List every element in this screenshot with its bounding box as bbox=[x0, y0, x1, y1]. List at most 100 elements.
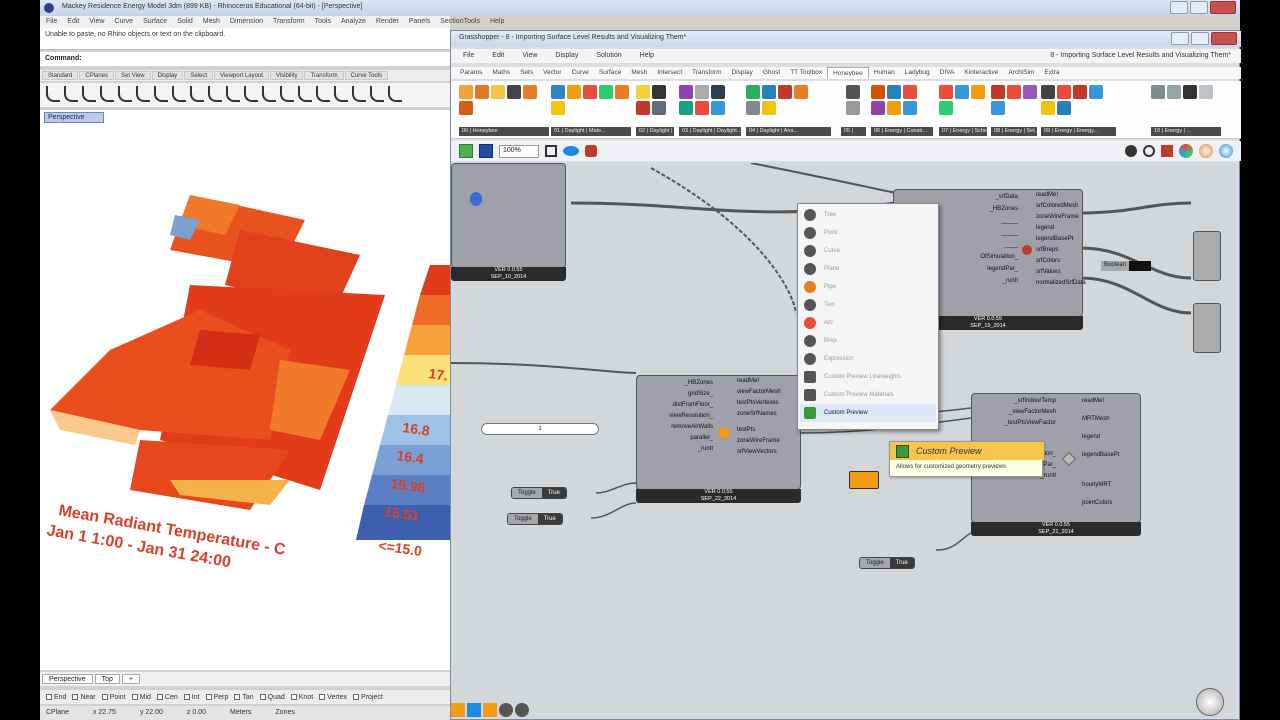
output-param[interactable]: readMe! bbox=[737, 378, 781, 384]
component-icon[interactable] bbox=[903, 85, 917, 99]
component-icon[interactable] bbox=[1057, 85, 1071, 99]
input-param[interactable]: removeAirWalls bbox=[643, 424, 713, 430]
widget-icon[interactable] bbox=[499, 703, 513, 717]
tab-perspective[interactable]: Perspective bbox=[42, 674, 93, 684]
gh-tab-honeybee[interactable]: Honeybee bbox=[827, 67, 869, 79]
menu-render[interactable]: Render bbox=[376, 18, 399, 26]
preview-off-icon[interactable] bbox=[1161, 145, 1173, 157]
curve-tool-icon[interactable] bbox=[82, 86, 96, 102]
output-param[interactable]: zoneSrfNames bbox=[737, 411, 781, 417]
gh-tab-tt-toolbox[interactable]: TT Toolbox bbox=[785, 67, 827, 79]
menu-surface[interactable]: Surface bbox=[143, 18, 167, 26]
component-icon[interactable] bbox=[679, 101, 693, 115]
gh-tab-diva[interactable]: DIVA bbox=[935, 67, 960, 79]
component-c1[interactable]: VER 0.0.55 SEP_10_2014 bbox=[451, 163, 566, 281]
component-icon[interactable] bbox=[695, 101, 709, 115]
component-icon[interactable] bbox=[1151, 85, 1165, 99]
component-icon[interactable] bbox=[887, 101, 901, 115]
tab-set-view[interactable]: Set View bbox=[115, 71, 151, 80]
menu-item-brep[interactable]: Brep bbox=[800, 332, 936, 350]
gh-tab-curve[interactable]: Curve bbox=[567, 67, 594, 79]
component-icon[interactable] bbox=[939, 101, 953, 115]
zoom-extents-icon[interactable] bbox=[545, 145, 557, 157]
tab-cplanes[interactable]: CPlanes bbox=[79, 71, 115, 80]
toggle-value[interactable]: True bbox=[541, 488, 566, 498]
curve-tool-icon[interactable] bbox=[244, 86, 258, 102]
component-icon[interactable] bbox=[567, 85, 581, 99]
curve-tool-icon[interactable] bbox=[190, 86, 204, 102]
menu-transform[interactable]: Transform bbox=[273, 18, 305, 26]
curve-tool-icon[interactable] bbox=[280, 86, 294, 102]
output-param[interactable]: legend bbox=[1036, 225, 1086, 231]
save-icon[interactable] bbox=[479, 144, 493, 158]
input-param[interactable]: OfSimulation_ bbox=[978, 254, 1018, 260]
gh-menu-help[interactable]: Help bbox=[640, 52, 654, 60]
component-icon[interactable] bbox=[599, 85, 613, 99]
preview-mesh-icon[interactable] bbox=[1179, 144, 1193, 158]
component-icon[interactable] bbox=[794, 85, 808, 99]
input-param[interactable]: _runIt bbox=[978, 278, 1018, 284]
component-icon[interactable] bbox=[695, 85, 709, 99]
compass-icon[interactable] bbox=[1196, 688, 1224, 716]
component-icon[interactable] bbox=[459, 85, 473, 99]
widget-icon[interactable] bbox=[483, 703, 497, 717]
output-param[interactable]: legendBasePt bbox=[1036, 236, 1086, 242]
component-icon[interactable] bbox=[955, 85, 969, 99]
component-icon[interactable] bbox=[746, 101, 760, 115]
output-param[interactable]: srfBreps bbox=[1036, 247, 1086, 253]
gh-menu-edit[interactable]: Edit bbox=[492, 52, 504, 60]
toggle-value[interactable]: True bbox=[889, 558, 914, 568]
curve-tool-icon[interactable] bbox=[352, 86, 366, 102]
menu-item-custom-preview[interactable]: Custom Preview bbox=[800, 404, 936, 422]
viewport-label[interactable]: Perspective bbox=[44, 112, 104, 123]
input-param[interactable]: _HBZones bbox=[978, 206, 1018, 212]
output-param[interactable]: normalizedSrfData bbox=[1036, 280, 1086, 286]
menu-item-text[interactable]: Text bbox=[800, 296, 936, 314]
tab-select[interactable]: Select bbox=[184, 71, 213, 80]
osnap-mid[interactable]: Mid bbox=[131, 693, 151, 701]
input-param[interactable]: _srfData bbox=[978, 194, 1018, 200]
component-icon[interactable] bbox=[1041, 85, 1055, 99]
component-icon[interactable] bbox=[1167, 85, 1181, 99]
preview-wire-icon[interactable] bbox=[1143, 145, 1155, 157]
component-icon[interactable] bbox=[1073, 85, 1087, 99]
input-param[interactable]: legendPar_ bbox=[978, 266, 1018, 272]
component-icon[interactable] bbox=[778, 85, 792, 99]
component-icon[interactable] bbox=[846, 101, 860, 115]
tab-curve-tools[interactable]: Curve Tools bbox=[344, 71, 389, 80]
osnap-tan[interactable]: Tan bbox=[234, 693, 254, 701]
curve-tool-icon[interactable] bbox=[370, 86, 384, 102]
boolean-toggle-3[interactable]: Toggle True bbox=[859, 557, 915, 569]
gh-close-button[interactable] bbox=[1211, 32, 1237, 45]
menu-item-custom-preview-materials[interactable]: Custom Preview Materials bbox=[800, 386, 936, 404]
menu-item-point[interactable]: Point bbox=[800, 224, 936, 242]
output-param[interactable]: legendBasePt bbox=[1082, 452, 1119, 458]
input-param[interactable]: _viewFactorMesh bbox=[976, 409, 1056, 415]
curve-tool-icon[interactable] bbox=[64, 86, 78, 102]
curve-tool-icon[interactable] bbox=[334, 86, 348, 102]
ribbon-caption[interactable]: 07 | Energy | Sched... bbox=[939, 127, 987, 136]
menu-item-pipe[interactable]: Pipe bbox=[800, 278, 936, 296]
input-param[interactable]: _HBZones bbox=[643, 380, 713, 386]
ribbon-caption[interactable]: 06 | Energy | Constr... bbox=[871, 127, 933, 136]
osnap-end[interactable]: End bbox=[46, 693, 66, 701]
gh-minimize-button[interactable] bbox=[1171, 32, 1189, 45]
maximize-button[interactable] bbox=[1190, 1, 1208, 14]
tab-display[interactable]: Display bbox=[151, 71, 184, 80]
component-icon[interactable] bbox=[939, 85, 953, 99]
component-icon[interactable] bbox=[679, 85, 693, 99]
output-param[interactable]: readMe! bbox=[1082, 398, 1119, 404]
gh-menu-file[interactable]: File bbox=[463, 52, 474, 60]
gh-tab-archisim[interactable]: ArchiSim bbox=[1003, 67, 1039, 79]
osnap-near[interactable]: Near bbox=[72, 693, 96, 701]
output-param[interactable]: hourlyMRT bbox=[1082, 482, 1119, 488]
osnap-knot[interactable]: Knot bbox=[290, 693, 313, 701]
curve-tool-icon[interactable] bbox=[226, 86, 240, 102]
menu-edit[interactable]: Edit bbox=[67, 18, 79, 26]
component-icon[interactable] bbox=[1007, 85, 1021, 99]
output-param[interactable]: srfColors bbox=[1036, 258, 1086, 264]
gh-tab-maths[interactable]: Maths bbox=[487, 67, 515, 79]
menu-item-curve[interactable]: Curve bbox=[800, 242, 936, 260]
ribbon-caption[interactable]: 10 | Energy | ... bbox=[1151, 127, 1221, 136]
boolean-toggle-1[interactable]: Toggle True bbox=[511, 487, 567, 499]
